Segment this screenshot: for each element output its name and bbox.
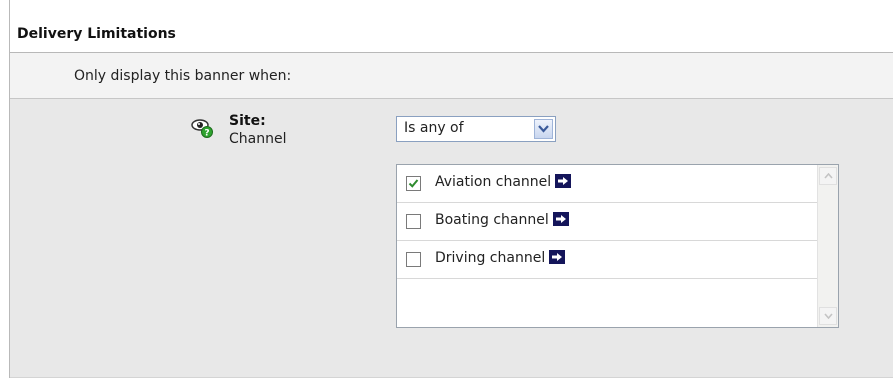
chevron-down-icon[interactable] xyxy=(534,119,553,139)
channel-checkbox[interactable] xyxy=(406,214,421,229)
list-item[interactable]: Aviation channel xyxy=(397,165,817,203)
svg-text:?: ? xyxy=(204,129,209,139)
arrow-right-icon[interactable] xyxy=(549,250,566,264)
arrow-right-icon[interactable] xyxy=(555,174,572,188)
operator-select[interactable]: Is any of xyxy=(396,116,556,142)
channel-checkbox[interactable] xyxy=(406,176,421,191)
channel-checkbox[interactable] xyxy=(406,252,421,267)
instruction-text: Only display this banner when: xyxy=(74,68,292,84)
scroll-down-icon[interactable] xyxy=(819,307,837,325)
list-item[interactable]: Boating channel xyxy=(397,203,817,241)
channel-label: Driving channel xyxy=(435,250,546,266)
channel-type-label: Channel xyxy=(229,131,287,147)
instruction-bar: Only display this banner when: xyxy=(10,53,893,99)
channel-label: Boating channel xyxy=(435,212,549,228)
list-scrollbar[interactable] xyxy=(817,165,838,327)
list-item[interactable]: Driving channel xyxy=(397,241,817,279)
section-title: Delivery Limitations xyxy=(17,26,176,42)
channel-list[interactable]: Aviation channel Boating channel Driving… xyxy=(396,164,839,328)
site-group-label: Site: xyxy=(229,113,266,129)
operator-select-value: Is any of xyxy=(404,120,464,136)
arrow-right-icon[interactable] xyxy=(552,212,569,226)
eye-icon: ? xyxy=(191,117,215,139)
scroll-up-icon[interactable] xyxy=(819,167,837,185)
channel-label: Aviation channel xyxy=(435,174,552,190)
